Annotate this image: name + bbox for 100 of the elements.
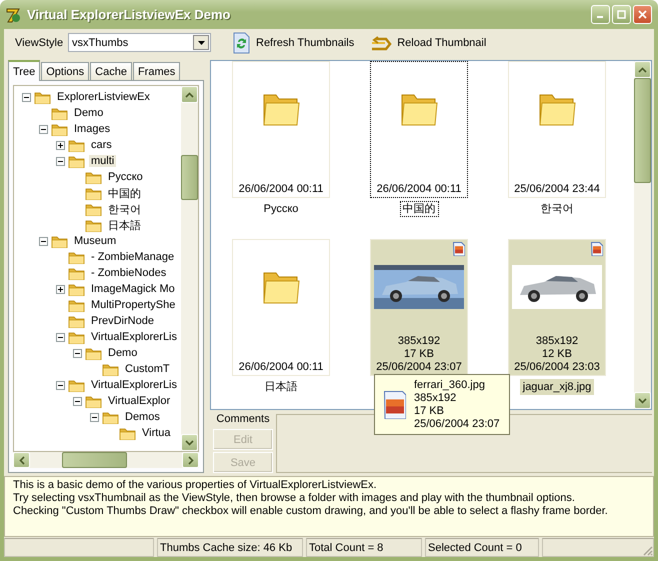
folder-icon	[51, 122, 68, 136]
folder-icon	[68, 266, 85, 280]
expand-icon[interactable]	[56, 284, 65, 294]
thumbnail-info: 25/06/2004 23:44	[514, 183, 600, 196]
tree-item[interactable]: Demo	[106, 347, 140, 359]
collapse-icon[interactable]	[73, 348, 82, 358]
caret-icon	[198, 40, 204, 44]
tree-item[interactable]: Demo	[72, 107, 106, 119]
vertical-scrollbar[interactable]	[181, 86, 198, 451]
folder-icon	[102, 362, 119, 376]
collapse-icon[interactable]	[73, 396, 82, 406]
collapse-icon[interactable]	[22, 92, 31, 102]
tree-item[interactable]: CustomT	[123, 363, 172, 375]
folder-icon	[85, 170, 102, 184]
scroll-left-button[interactable]	[13, 452, 30, 468]
tree-item[interactable]: 한국어	[106, 202, 143, 216]
folder-icon	[51, 106, 68, 120]
tree-item[interactable]: VirtualExplor	[106, 395, 172, 407]
folder-icon	[51, 234, 68, 248]
toolbar-button[interactable]: Reload Thumbnail	[370, 34, 486, 50]
toolbar-button[interactable]: Refresh Thumbnails	[232, 32, 354, 54]
scroll-thumb[interactable]	[62, 452, 127, 468]
collapse-icon[interactable]	[56, 156, 65, 166]
vertical-scrollbar[interactable]	[634, 61, 651, 409]
folder-icon	[68, 250, 85, 264]
tree-item[interactable]: Images	[72, 123, 112, 135]
folder-icon	[68, 154, 85, 168]
tab[interactable]: Tree	[8, 60, 40, 81]
scroll-up-button[interactable]	[181, 86, 198, 103]
thumbnail-tile[interactable]: 26/06/2004 00:11	[232, 61, 330, 198]
collapse-icon[interactable]	[90, 412, 99, 422]
tree-item[interactable]: VirtualExplorerLis	[89, 379, 180, 391]
horizontal-scrollbar[interactable]	[13, 452, 199, 468]
thumbnail-tile[interactable]: 26/06/2004 00:11	[232, 239, 330, 376]
thumbnail-caption: 日本語	[264, 380, 298, 395]
tab[interactable]: Frames	[132, 62, 180, 80]
tree-item[interactable]: Museum	[72, 235, 118, 247]
scroll-thumb[interactable]	[181, 155, 198, 200]
tooltip-text: ferrari_360.jpg	[414, 378, 486, 392]
thumbnail-info: 17 KB	[403, 348, 435, 361]
thumbnail-info: 26/06/2004 00:11	[238, 183, 324, 196]
image-file-icon	[453, 242, 465, 256]
tree-item[interactable]: cars	[89, 139, 114, 151]
tree-item[interactable]: Virtua	[140, 427, 173, 439]
tree-item[interactable]: - ZombieManage	[89, 251, 176, 263]
folder-icon	[68, 138, 85, 152]
thumbnail-caption: jaguar_xj8.jpg	[520, 379, 594, 395]
scroll-right-button[interactable]	[182, 452, 199, 468]
image-file-icon	[384, 390, 406, 418]
reload-arrow-icon	[370, 34, 392, 50]
expand-icon[interactable]	[56, 140, 65, 150]
tree-item[interactable]: ExplorerListviewEx	[55, 91, 152, 103]
thumbnail-tile[interactable]: 385x192 12 KB 25/06/2004 23:03	[508, 239, 606, 376]
view-style-dropdown[interactable]: vsxThumbs	[68, 33, 211, 52]
collapse-icon[interactable]	[39, 124, 48, 134]
folder-icon	[85, 346, 102, 360]
comments-tab[interactable]: Comments	[216, 411, 270, 427]
image-file-icon	[591, 242, 603, 256]
folder-icon	[68, 282, 85, 296]
app-icon	[4, 6, 22, 24]
tooltip-text: 25/06/2004 23:07	[414, 418, 500, 430]
thumbnail-caption: 한국어	[540, 202, 574, 217]
folder-icon	[85, 218, 102, 232]
tree-item[interactable]: 日本語	[106, 218, 143, 232]
tree-item[interactable]: 中国的	[106, 186, 143, 200]
scroll-down-button[interactable]	[634, 392, 651, 409]
tree-item[interactable]: - ZombieNodes	[89, 267, 168, 279]
thumbnail-info: 25/06/2004 23:03	[514, 361, 600, 374]
resize-grip-icon[interactable]	[641, 544, 653, 556]
close-icon	[638, 10, 647, 19]
description-text: Try selecting vsxThumbnail as the ViewStyle, then browse a folder with images and play with the thumbnail options.	[13, 492, 576, 505]
tree-item[interactable]: ImageMagick Mo	[89, 283, 177, 295]
scroll-thumb[interactable]	[634, 78, 651, 183]
tree-item[interactable]: VirtualExplorerLis	[89, 331, 180, 343]
scroll-up-button[interactable]	[634, 61, 651, 78]
collapse-icon[interactable]	[39, 236, 48, 246]
thumbnail-tile[interactable]: 26/06/2004 00:11	[370, 61, 468, 198]
tree-item[interactable]: MultiPropertyShe	[89, 299, 178, 311]
tree-item[interactable]: Русско	[106, 171, 145, 183]
description-text: This is a basic demo of the various properties of VirtualExplorerListviewEx.	[13, 479, 378, 492]
close-button[interactable]	[633, 5, 652, 24]
tooltip-text: 385x192	[414, 392, 458, 404]
thumbnail-info: 25/06/2004 23:07	[376, 361, 462, 374]
tab[interactable]: Options	[41, 62, 90, 80]
tree-item[interactable]: Demos	[123, 411, 162, 423]
scroll-down-button[interactable]	[181, 434, 198, 451]
tree-item[interactable]: PrevDirNode	[89, 315, 156, 327]
folder-icon	[85, 186, 102, 200]
collapse-icon[interactable]	[56, 332, 65, 342]
thumbnail-tile[interactable]: 25/06/2004 23:44	[508, 61, 606, 198]
folder-icon	[102, 410, 119, 424]
thumbnail-tile[interactable]: 385x192 17 KB 25/06/2004 23:07	[370, 239, 468, 376]
collapse-icon[interactable]	[56, 380, 65, 390]
tab[interactable]: Cache	[90, 62, 132, 80]
comments-field[interactable]	[276, 414, 652, 473]
maximize-icon	[617, 10, 626, 19]
folder-icon	[85, 202, 102, 216]
tree-item[interactable]: multi	[89, 155, 116, 167]
status-panel: Total Count = 8	[306, 538, 422, 557]
description-text: Checking "Custom Thumbs Draw" checkbox will enable custom drawing, and you'll be able to select a flashy frame border.	[13, 505, 609, 518]
